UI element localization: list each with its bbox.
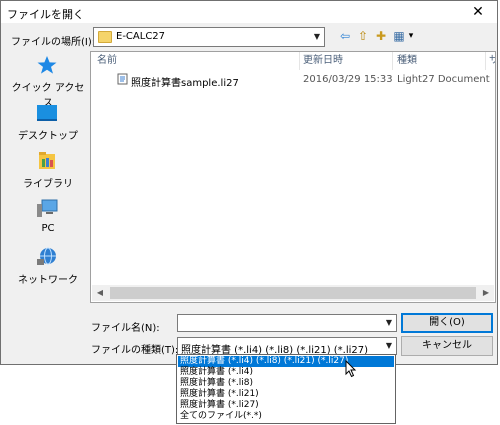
filetype-dropdown-list[interactable]: 照度計算書 (*.li4) (*.li8) (*.li21) (*.li27) …	[176, 354, 396, 424]
dialog-title: ファイルを開く	[7, 8, 84, 21]
column-header-modified[interactable]: 更新日時	[303, 52, 343, 70]
network-icon	[37, 247, 56, 265]
chevron-down-icon[interactable]: ▼	[382, 337, 396, 355]
document-icon	[117, 73, 128, 85]
place-label: ネットワーク	[18, 275, 78, 286]
computer-icon	[37, 199, 58, 217]
column-separator[interactable]	[299, 52, 300, 70]
dropdown-option[interactable]: 照度計算書 (*.li8)	[178, 378, 394, 389]
desktop-icon	[37, 105, 57, 121]
dropdown-option[interactable]: 照度計算書 (*.li4) (*.li8) (*.li21) (*.li27)	[178, 356, 394, 367]
title-bar: ファイルを開く ✕	[1, 1, 497, 23]
new-folder-icon[interactable]: ✚	[373, 28, 389, 44]
dropdown-option[interactable]: 照度計算書 (*.li27)	[178, 400, 394, 411]
chevron-down-icon[interactable]: ▼	[310, 28, 324, 46]
places-bar: クイック アクセス デスクトップ ライブラリ PC ネットワーク	[7, 51, 89, 303]
place-quick-access[interactable]: クイック アクセス	[7, 51, 89, 109]
place-label: デスクトップ	[18, 131, 78, 142]
star-icon	[37, 56, 57, 74]
mouse-pointer-icon	[345, 360, 357, 378]
back-arrow-icon[interactable]: ⇦	[337, 28, 353, 44]
lookin-combo[interactable]: E-CALC27 ▼	[93, 27, 325, 47]
close-icon[interactable]: ✕	[461, 1, 495, 23]
view-dropdown-icon[interactable]: ▾	[403, 28, 419, 44]
column-separator[interactable]	[392, 52, 393, 70]
filetype-label: ファイルの種類(T):	[91, 345, 179, 356]
column-header-name[interactable]: 名前	[97, 52, 117, 70]
file-modified: 2016/03/29 15:33	[303, 74, 393, 85]
scroll-right-icon[interactable]: ▶	[478, 285, 494, 301]
scroll-left-icon[interactable]: ◀	[92, 285, 108, 301]
place-libraries[interactable]: ライブラリ	[7, 147, 89, 195]
chevron-down-icon[interactable]: ▼	[382, 314, 396, 332]
place-pc[interactable]: PC	[7, 195, 89, 243]
up-folder-icon[interactable]: ⇧	[355, 28, 371, 44]
open-button[interactable]: 開く(O)	[401, 313, 493, 333]
dropdown-option[interactable]: 照度計算書 (*.li21)	[178, 389, 394, 400]
horizontal-scrollbar[interactable]: ◀ ▶	[92, 285, 494, 301]
dropdown-option[interactable]: 全てのファイル(*.*)	[178, 411, 394, 422]
file-name: 照度計算書sample.li27	[131, 78, 239, 89]
column-separator[interactable]	[485, 52, 486, 70]
library-icon	[39, 152, 55, 169]
filename-label: ファイル名(N):	[91, 323, 160, 334]
lookin-value: E-CALC27	[116, 31, 166, 42]
cancel-button[interactable]: キャンセル	[401, 336, 493, 356]
file-row[interactable]: 照度計算書sample.li27 2016/03/29 15:33 Light2…	[91, 72, 495, 89]
column-header-size[interactable]: サ	[489, 52, 495, 70]
sort-ascending-icon: ^	[193, 51, 200, 57]
file-list[interactable]: ^ 名前 更新日時 種類 サ 照度計算書sample.li27 2016/03/…	[90, 51, 496, 303]
lookin-label: ファイルの場所(I):	[11, 37, 96, 48]
scroll-thumb[interactable]	[110, 287, 476, 299]
open-file-dialog: ファイルを開く ✕ ファイルの場所(I): E-CALC27 ▼ ⇦ ⇧ ✚ ▦…	[0, 0, 498, 365]
column-header-type[interactable]: 種類	[397, 52, 417, 70]
file-type: Light27 Document	[397, 74, 490, 85]
place-desktop[interactable]: デスクトップ	[7, 99, 89, 147]
place-label: ライブラリ	[23, 179, 73, 190]
place-network[interactable]: ネットワーク	[7, 243, 89, 291]
dropdown-option[interactable]: 照度計算書 (*.li4)	[178, 367, 394, 378]
place-label: PC	[41, 223, 55, 234]
filetype-select[interactable]: 照度計算書 (*.li4) (*.li8) (*.li21) (*.li27) …	[177, 337, 397, 356]
folder-icon	[98, 31, 112, 43]
filename-field[interactable]: ▼	[177, 314, 397, 332]
